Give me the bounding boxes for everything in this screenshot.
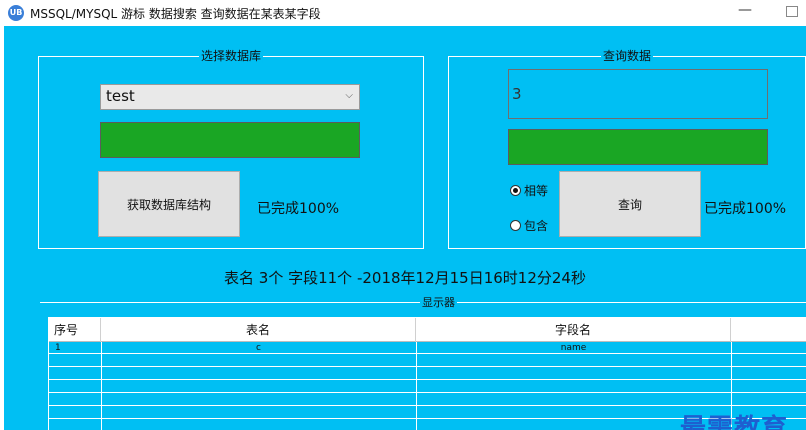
database-progress-bar bbox=[100, 122, 360, 158]
query-progress-bar bbox=[508, 129, 768, 165]
database-group-legend: 选择数据库 bbox=[198, 49, 264, 63]
column-header-table[interactable]: 表名 bbox=[101, 318, 416, 342]
query-group-legend: 查询数据 bbox=[600, 49, 654, 63]
radio-unchecked-icon bbox=[510, 219, 521, 231]
table-row-empty bbox=[49, 368, 806, 380]
fetch-structure-button[interactable]: 获取数据库结构 bbox=[98, 171, 240, 237]
column-header-field[interactable]: 字段名 bbox=[416, 318, 731, 342]
database-select[interactable]: test ⌵ bbox=[100, 84, 360, 110]
radio-contain[interactable]: 包含 bbox=[510, 216, 548, 234]
result-summary: 表名 3个 字段11个 -2018年12月15日16时12分24秒 bbox=[224, 269, 586, 287]
window-title: MSSQL/MYSQL 游标 数据搜索 查询数据在某表某字段 bbox=[30, 7, 321, 21]
app-icon: UB bbox=[8, 5, 24, 21]
column-divider bbox=[416, 342, 417, 430]
radio-contain-label: 包含 bbox=[524, 218, 549, 233]
column-header-extra bbox=[731, 318, 806, 342]
radio-equal[interactable]: 相等 bbox=[510, 181, 548, 199]
table-header: 序号 表名 字段名 bbox=[49, 318, 806, 342]
table-row-empty bbox=[49, 355, 806, 367]
main-client-area: 选择数据库 test ⌵ 获取数据库结构 已完成100% 查询数据 3 相等 包… bbox=[4, 26, 806, 430]
title-bar: UB MSSQL/MYSQL 游标 数据搜索 查询数据在某表某字段 — bbox=[0, 0, 806, 26]
cell-table-name: c bbox=[256, 343, 261, 353]
radio-equal-label: 相等 bbox=[524, 183, 549, 198]
table-row-empty bbox=[49, 381, 806, 393]
database-select-value: test bbox=[106, 87, 135, 105]
query-status: 已完成100% bbox=[704, 201, 787, 217]
display-group-legend: 显示器 bbox=[420, 294, 457, 310]
query-input-value: 3 bbox=[512, 85, 522, 103]
database-status: 已完成100% bbox=[257, 201, 340, 217]
cell-field-name: name bbox=[560, 343, 587, 353]
minimize-button[interactable]: — bbox=[738, 2, 752, 22]
column-header-index[interactable]: 序号 bbox=[49, 318, 101, 342]
chevron-down-icon: ⌵ bbox=[345, 90, 353, 101]
cell-index: 1 bbox=[55, 343, 61, 353]
column-divider bbox=[101, 342, 102, 430]
maximize-button[interactable] bbox=[786, 6, 798, 17]
query-button[interactable]: 查询 bbox=[559, 171, 701, 237]
query-input[interactable]: 3 bbox=[508, 69, 768, 119]
radio-checked-icon bbox=[510, 184, 521, 196]
table-row[interactable]: 1 c name bbox=[49, 342, 806, 354]
watermark-logo: 最需教育 bbox=[680, 414, 789, 430]
table-row-empty bbox=[49, 394, 806, 406]
